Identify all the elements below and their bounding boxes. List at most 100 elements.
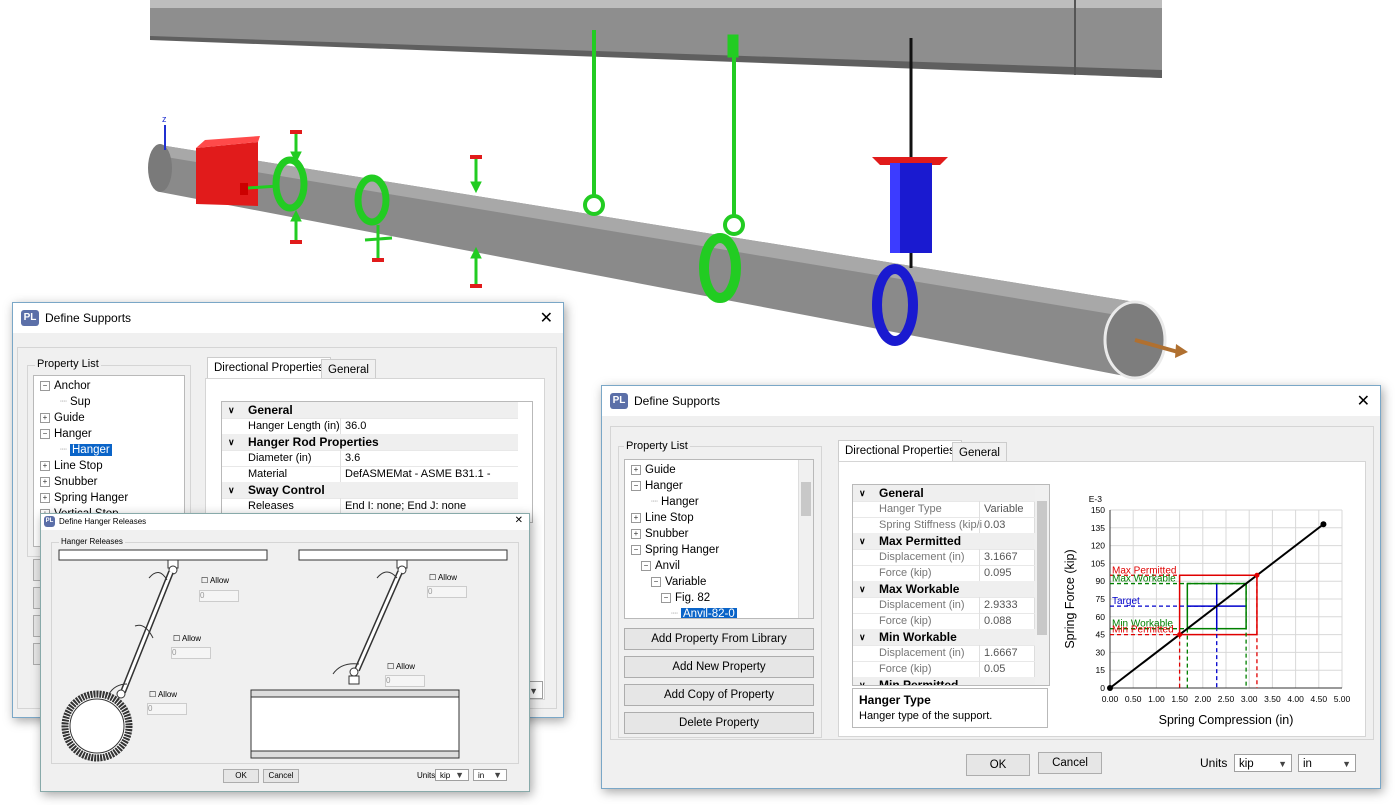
- grid-scrollbar[interactable]: [1034, 485, 1049, 685]
- tree-item[interactable]: ┈ Anvil-82-0: [671, 606, 737, 618]
- delete-property-button[interactable]: Delete Property: [624, 712, 814, 734]
- tree-item[interactable]: − Fig. 82: [661, 590, 710, 606]
- grid-category[interactable]: ∨ General: [222, 402, 518, 419]
- length-unit-select[interactable]: in ▼: [1298, 754, 1356, 772]
- grid-value[interactable]: Variable: [979, 501, 1024, 517]
- add-new-property-button[interactable]: Add New Property: [624, 656, 814, 678]
- anchor-support[interactable]: [196, 142, 258, 206]
- grid-value[interactable]: End I: none; End J: none: [340, 498, 466, 514]
- grid-value[interactable]: 0.095: [979, 565, 1012, 581]
- tree-item[interactable]: + Spring Hanger: [40, 490, 128, 506]
- property-tree[interactable]: + Guide − Hanger ┈ Hanger + Line Stop + Snubber − S…: [624, 459, 814, 619]
- grid-value[interactable]: 2.9333: [979, 597, 1018, 613]
- tree-item[interactable]: − Hanger: [631, 478, 683, 494]
- collapse-icon[interactable]: ∨: [859, 581, 866, 597]
- grid-row[interactable]: Force (kip) 0.088: [853, 613, 1035, 630]
- close-icon[interactable]: ✕: [540, 308, 553, 328]
- release-field-5[interactable]: 0: [385, 675, 425, 687]
- tree-item[interactable]: + Guide: [631, 462, 676, 478]
- grid-category[interactable]: ∨ Max Permitted: [853, 533, 1035, 550]
- tab-directional-properties[interactable]: Directional Properties: [207, 357, 331, 379]
- grid-row[interactable]: Force (kip) 0.095: [853, 565, 1035, 582]
- grid-row[interactable]: Displacement (in) 2.9333: [853, 597, 1035, 614]
- expand-icon[interactable]: +: [40, 460, 50, 471]
- add-property-from-library-button[interactable]: Add Property From Library: [624, 628, 814, 650]
- expand-icon[interactable]: +: [40, 492, 50, 503]
- tree-item[interactable]: ┈ Sup: [60, 394, 90, 410]
- allow-checkbox-2[interactable]: ☐ Allow: [173, 634, 201, 643]
- allow-checkbox-3[interactable]: ☐ Allow: [149, 690, 177, 699]
- close-icon[interactable]: ✕: [1357, 391, 1370, 411]
- release-field-3[interactable]: 0: [147, 703, 187, 715]
- release-field-4[interactable]: 0: [427, 586, 467, 598]
- ok-button[interactable]: OK: [223, 769, 259, 783]
- grid-value[interactable]: 36.0: [340, 418, 366, 434]
- grid-row[interactable]: Diameter (in) 3.6: [222, 450, 518, 467]
- grid-category[interactable]: ∨ Hanger Rod Properties: [222, 434, 518, 451]
- tree-scrollbar[interactable]: [798, 460, 813, 618]
- collapse-icon[interactable]: −: [631, 544, 641, 555]
- property-grid[interactable]: ∨ General Hanger Length (in) 36.0 ∨ Hanger Ro…: [221, 401, 533, 523]
- tree-item[interactable]: + Snubber: [631, 526, 688, 542]
- collapse-icon[interactable]: −: [631, 480, 641, 491]
- tree-item[interactable]: ┈ Hanger: [651, 494, 699, 510]
- collapse-icon[interactable]: −: [651, 576, 661, 587]
- collapse-icon[interactable]: −: [40, 428, 50, 439]
- grid-category[interactable]: ∨ Min Permitted: [853, 677, 1035, 685]
- tree-item[interactable]: + Snubber: [40, 474, 97, 490]
- grid-category[interactable]: ∨ Sway Control: [222, 482, 518, 499]
- grid-row[interactable]: Hanger Type Variable: [853, 501, 1035, 518]
- cancel-button[interactable]: Cancel: [1038, 752, 1102, 774]
- grid-row[interactable]: Hanger Length (in) 36.0: [222, 418, 518, 435]
- collapse-icon[interactable]: ∨: [859, 629, 866, 645]
- tree-item[interactable]: + Line Stop: [631, 510, 694, 526]
- expand-icon[interactable]: +: [40, 412, 50, 423]
- allow-checkbox-5[interactable]: ☐ Allow: [387, 662, 415, 671]
- tree-item[interactable]: + Line Stop: [40, 458, 103, 474]
- tab-directional-properties[interactable]: Directional Properties: [838, 440, 962, 462]
- ok-button[interactable]: OK: [966, 754, 1030, 776]
- grid-row[interactable]: Displacement (in) 1.6667: [853, 645, 1035, 662]
- collapse-icon[interactable]: −: [661, 592, 671, 603]
- grid-value[interactable]: 0.03: [979, 517, 1005, 533]
- allow-checkbox-1[interactable]: ☐ Allow: [201, 576, 229, 585]
- grid-row[interactable]: Displacement (in) 3.1667: [853, 549, 1035, 566]
- force-unit-select[interactable]: kip ▼: [1234, 754, 1292, 772]
- expand-icon[interactable]: +: [40, 476, 50, 487]
- grid-row[interactable]: Force (kip) 0.05: [853, 661, 1035, 678]
- expand-icon[interactable]: +: [631, 528, 641, 539]
- release-field-2[interactable]: 0: [171, 647, 211, 659]
- tree-item[interactable]: − Spring Hanger: [631, 542, 719, 558]
- expand-icon[interactable]: +: [631, 512, 641, 523]
- collapse-icon[interactable]: ∨: [228, 482, 235, 498]
- add-copy-of-property-button[interactable]: Add Copy of Property: [624, 684, 814, 706]
- collapse-icon[interactable]: ∨: [859, 485, 866, 501]
- grid-category[interactable]: ∨ General: [853, 485, 1035, 502]
- tree-item[interactable]: − Anvil: [641, 558, 680, 574]
- allow-checkbox-4[interactable]: ☐ Allow: [429, 573, 457, 582]
- collapse-icon[interactable]: ∨: [228, 402, 235, 418]
- grid-value[interactable]: 0.088: [979, 613, 1012, 629]
- collapse-icon[interactable]: −: [40, 380, 50, 391]
- grid-row[interactable]: MaterialDefASMEMat - ASME B31.1 - 2016: [222, 466, 518, 498]
- collapse-icon[interactable]: ∨: [859, 533, 866, 549]
- tree-item[interactable]: + Guide: [40, 410, 85, 426]
- grid-row[interactable]: Spring Stiffness (kip/i 0.03: [853, 517, 1035, 534]
- length-unit-select[interactable]: in ▼: [473, 769, 507, 781]
- release-field-1[interactable]: 0: [199, 590, 239, 602]
- grid-value[interactable]: 1.6667: [979, 645, 1018, 661]
- tree-item[interactable]: − Hanger: [40, 426, 92, 442]
- tree-item[interactable]: ┈ Hanger: [60, 442, 112, 458]
- tree-item[interactable]: − Variable: [651, 574, 706, 590]
- rod-hanger-1[interactable]: [583, 30, 605, 216]
- collapse-icon[interactable]: ∨: [228, 434, 235, 450]
- force-unit-select[interactable]: kip ▼: [435, 769, 469, 781]
- grid-category[interactable]: ∨ Min Workable: [853, 629, 1035, 646]
- grid-value[interactable]: 3.6: [340, 450, 360, 466]
- expand-icon[interactable]: +: [631, 464, 641, 475]
- collapse-icon[interactable]: −: [641, 560, 651, 571]
- grid-value[interactable]: 3.1667: [979, 549, 1018, 565]
- tree-item[interactable]: − Anchor: [40, 378, 90, 394]
- grid-value[interactable]: 0.05: [979, 661, 1005, 677]
- grid-category[interactable]: ∨ Max Workable: [853, 581, 1035, 598]
